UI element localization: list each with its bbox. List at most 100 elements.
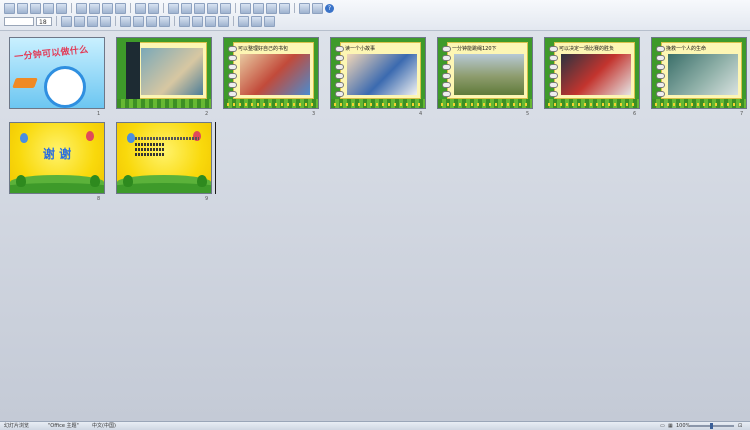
slide-thumbnail-5[interactable]: 一分钟能跳绳120下 [437,37,533,109]
grass-border [117,99,211,108]
ribbon-toolbar: ? 18 [0,0,750,31]
numbering-icon[interactable] [192,15,203,27]
decrease-font-icon[interactable] [218,15,229,27]
flower-border [441,103,529,106]
running-figure-graphic [12,78,38,88]
slide-photo [240,54,310,95]
slide-number: 1 [97,111,101,117]
paste-icon[interactable] [102,2,113,14]
thanks-text: 谢 谢 [42,147,72,161]
slide-photo [668,54,738,95]
insert-shape-icon[interactable] [207,2,218,14]
align-center-icon[interactable] [133,15,144,27]
slide-thumbnail-2[interactable] [116,37,212,109]
justify-icon[interactable] [159,15,170,27]
balloon-graphic [127,133,135,143]
tree-graphic [90,175,100,187]
increase-font-icon[interactable] [205,15,216,27]
zoom-icon[interactable] [299,2,310,14]
font-name-combo[interactable] [4,16,34,26]
underline-icon[interactable] [87,15,98,27]
toolbar-separator [174,16,175,26]
toolbar-separator [115,16,116,26]
slide-thumbnail-9[interactable] [116,122,212,194]
slide-title: 读一个小故事 [345,46,376,52]
slide-photo [141,48,203,95]
italic-icon[interactable] [74,15,85,27]
redo-icon[interactable] [148,2,159,14]
slide-thumbnail-8[interactable]: 谢 谢 [9,122,105,194]
slide-photo [561,54,631,95]
bold-icon[interactable] [61,15,72,27]
insertion-cursor [215,122,216,194]
slide-thumbnail-3[interactable]: 可以整理好自己的书包 [223,37,319,109]
permission-icon[interactable] [43,2,54,14]
slide-thumbnail-4[interactable]: 读一个小故事 [330,37,426,109]
flower-border [227,103,315,106]
grayscale-icon[interactable] [240,2,251,14]
slide-number: 8 [97,196,101,202]
tree-graphic [16,175,26,187]
slide-title: 一分钟能跳绳120下 [452,46,497,52]
new-slide-icon[interactable] [264,15,275,27]
insert-table-icon[interactable] [181,2,192,14]
slide-photo [454,54,524,95]
undo-icon[interactable] [135,2,146,14]
bullets-icon[interactable] [179,15,190,27]
research-icon[interactable] [312,2,323,14]
slide-number: 4 [419,111,423,117]
save-icon[interactable] [30,2,41,14]
slide-number: 9 [205,196,209,202]
expand-icon[interactable] [253,2,264,14]
copy-icon[interactable] [89,2,100,14]
text-line [135,153,165,156]
new-file-icon[interactable] [4,2,15,14]
slide-title: 一分钟可以做什么 [13,45,89,63]
tree-graphic [123,175,133,187]
toolbar-separator [56,16,57,26]
slide-number: 2 [205,111,209,117]
slide-number: 3 [312,111,316,117]
text-line [135,137,199,140]
insert-chart-icon[interactable] [168,2,179,14]
tree-graphic [197,175,207,187]
insert-image-icon[interactable] [194,2,205,14]
align-right-icon[interactable] [146,15,157,27]
cut-icon[interactable] [76,2,87,14]
toolbar-separator [71,3,72,13]
slide-thumbnail-6[interactable]: 可以决定一场比赛的胜负 [544,37,640,109]
flower-border [548,103,636,106]
flower-border [655,103,743,106]
clock-graphic [44,66,86,108]
dark-panel [126,42,140,99]
flower-border [334,103,422,106]
slide-title: 可以整理好自己的书包 [238,46,289,52]
insert-textbox-icon[interactable] [220,2,231,14]
help-icon[interactable]: ? [325,3,334,13]
slideshow-icon[interactable] [279,2,290,14]
toolbar-separator [163,3,164,13]
toolbar-row-standard: ? [4,2,334,14]
text-line [135,143,165,146]
open-file-icon[interactable] [17,2,28,14]
zoom-slider-thumb[interactable] [710,423,713,429]
print-icon[interactable] [56,2,67,14]
toolbar-separator [235,3,236,13]
toolbar-row-format: 18 [4,15,275,27]
align-left-icon[interactable] [120,15,131,27]
slide-title: 可以决定一场比赛的胜负 [559,46,615,52]
notebook-rings [228,46,237,97]
slide-number: 5 [526,111,530,117]
toolbar-separator [130,3,131,13]
shadow-icon[interactable] [100,15,111,27]
show-formatting-icon[interactable] [266,2,277,14]
slide-thumbnail-7[interactable]: 挽救一个人的生命 [651,37,747,109]
balloon-graphic [86,131,94,141]
font-color-icon[interactable] [238,15,249,27]
toolbar-separator [233,16,234,26]
slide-photo [347,54,417,95]
design-icon[interactable] [251,15,262,27]
font-size-combo[interactable]: 18 [36,16,52,26]
slide-thumbnail-1[interactable]: 一分钟可以做什么 [9,37,105,109]
format-painter-icon[interactable] [115,2,126,14]
